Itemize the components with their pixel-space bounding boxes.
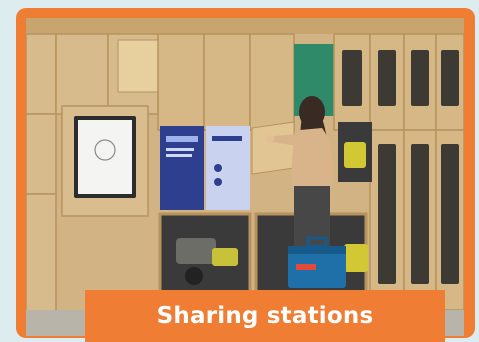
power-tool-icon	[158, 212, 252, 296]
screen-kiosk-icon	[61, 105, 149, 217]
locker-photo	[26, 18, 464, 336]
feature-card: Sharing stations	[16, 8, 475, 342]
photo-illustration	[26, 18, 464, 336]
caption-label: Sharing stations	[85, 290, 445, 342]
